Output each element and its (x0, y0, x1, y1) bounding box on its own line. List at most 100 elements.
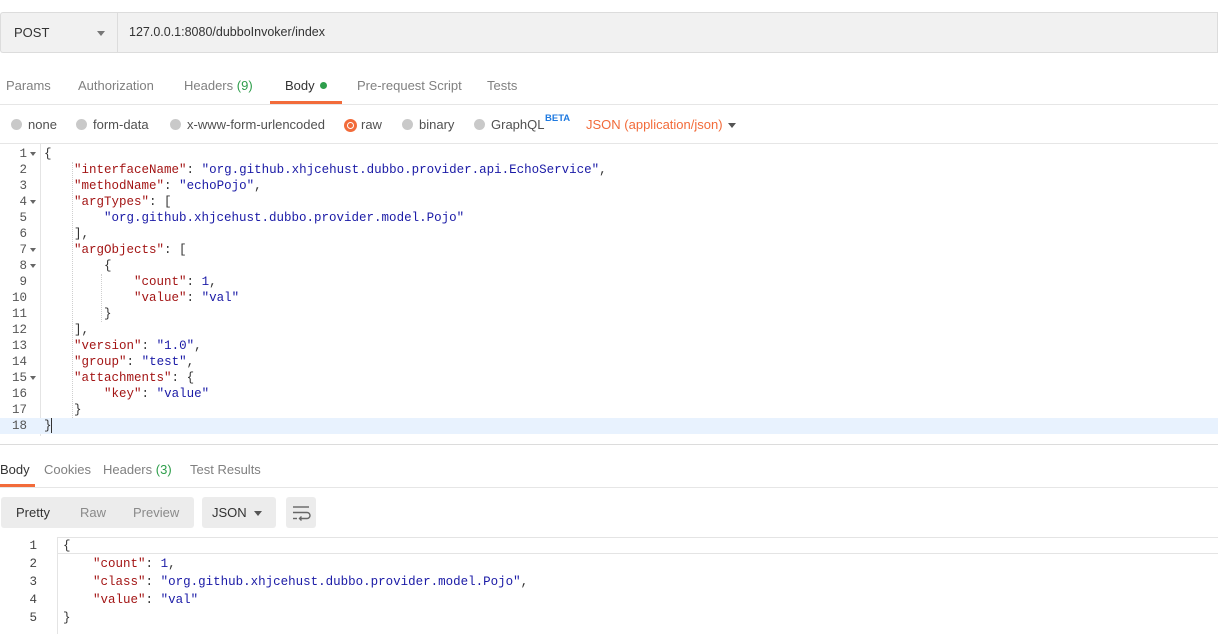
code-text: } (63, 611, 71, 625)
line-number: 11 (11, 307, 27, 321)
tab-authorization[interactable]: Authorization (78, 78, 154, 93)
text-cursor (51, 418, 52, 433)
editor-line[interactable]: 10 "value": "val" (0, 290, 1218, 306)
editor-line[interactable]: 5 "org.github.xhjcehust.dubbo.provider.m… (0, 210, 1218, 226)
editor-line[interactable]: 9 "count": 1, (0, 274, 1218, 290)
label-raw[interactable]: raw (361, 117, 382, 132)
resp-tab-headers-label: Headers (103, 462, 153, 477)
request-body-editor[interactable]: 1{2 "interfaceName": "org.github.xhjcehu… (0, 144, 1218, 436)
indent-guide (101, 274, 102, 322)
resp-tab-headers[interactable]: Headers (3) (103, 462, 172, 477)
line-number: 9 (19, 275, 27, 289)
request-tabs: Params Authorization Headers (9) Body Pr… (0, 64, 1218, 105)
line-number: 1 (19, 147, 27, 161)
code-text: ], (44, 323, 90, 337)
code-text: "interfaceName": "org.github.xhjcehust.d… (74, 163, 607, 177)
url-input[interactable]: 127.0.0.1:8080/dubboInvoker/index (117, 12, 1218, 53)
fold-toggle-icon[interactable] (30, 152, 36, 156)
tab-body[interactable]: Body (285, 78, 327, 93)
line-number: 18 (11, 419, 27, 433)
response-line: 3 "class": "org.github.xhjcehust.dubbo.p… (0, 573, 1218, 591)
radio-none[interactable] (11, 119, 22, 130)
editor-line[interactable]: 2 "interfaceName": "org.github.xhjcehust… (0, 162, 1218, 178)
code-text: ], (44, 227, 90, 241)
editor-line[interactable]: 8 { (0, 258, 1218, 274)
code-text: "key": "value" (104, 387, 210, 401)
wrap-lines-button[interactable] (286, 497, 316, 528)
editor-line[interactable]: 18} (0, 418, 1218, 434)
code-text: "version": "1.0", (74, 339, 202, 353)
body-indicator-dot (319, 82, 327, 89)
fold-toggle-icon[interactable] (30, 200, 36, 204)
method-select[interactable]: POST (0, 12, 117, 53)
editor-line[interactable]: 11 } (0, 306, 1218, 322)
label-graphql[interactable]: GraphQL (491, 117, 544, 132)
editor-line[interactable]: 7 "argObjects": [ (0, 242, 1218, 258)
radio-form-data[interactable] (76, 119, 87, 130)
body-mode-row: none form-data x-www-form-urlencoded raw… (0, 105, 1218, 144)
code-text: } (44, 403, 82, 417)
label-binary[interactable]: binary (419, 117, 454, 132)
line-number: 2 (19, 163, 27, 177)
view-preview-button[interactable]: Preview (133, 505, 179, 520)
code-text: "argObjects": [ (74, 243, 187, 257)
tab-tests[interactable]: Tests (487, 78, 517, 93)
radio-graphql[interactable] (474, 119, 485, 130)
format-select[interactable]: JSON (202, 497, 276, 528)
editor-line[interactable]: 17 } (0, 402, 1218, 418)
radio-binary[interactable] (402, 119, 413, 130)
tab-params[interactable]: Params (6, 78, 51, 93)
response-line: 1{ (0, 537, 1218, 555)
code-text: "class": "org.github.xhjcehust.dubbo.pro… (93, 575, 529, 589)
line-number: 1 (29, 539, 37, 553)
line-number: 5 (29, 611, 37, 625)
fold-toggle-icon[interactable] (30, 376, 36, 380)
editor-line[interactable]: 14 "group": "test", (0, 354, 1218, 370)
line-number: 2 (29, 557, 37, 571)
fold-toggle-icon[interactable] (30, 248, 36, 252)
radio-urlencoded[interactable] (170, 119, 181, 130)
line-number: 15 (11, 371, 27, 385)
line-number: 12 (11, 323, 27, 337)
editor-line[interactable]: 3 "methodName": "echoPojo", (0, 178, 1218, 194)
editor-line[interactable]: 15 "attachments": { (0, 370, 1218, 386)
code-text: { (63, 539, 71, 553)
resp-headers-count-badge: (3) (155, 462, 172, 477)
response-line: 2 "count": 1, (0, 555, 1218, 573)
code-text: "group": "test", (74, 355, 195, 369)
editor-line[interactable]: 13 "version": "1.0", (0, 338, 1218, 354)
editor-line[interactable]: 1{ (0, 146, 1218, 162)
code-text: "attachments": { (74, 371, 195, 385)
chevron-down-icon (97, 31, 105, 36)
resp-tab-test-results[interactable]: Test Results (190, 462, 261, 477)
method-label: POST (14, 25, 50, 40)
label-urlencoded[interactable]: x-www-form-urlencoded (187, 117, 325, 132)
resp-tab-cookies[interactable]: Cookies (44, 462, 91, 477)
code-text: "methodName": "echoPojo", (74, 179, 262, 193)
code-text: { (44, 147, 52, 161)
code-text: "value": "val" (93, 593, 199, 607)
radio-raw[interactable] (344, 119, 357, 132)
line-number: 16 (11, 387, 27, 401)
resp-tab-body[interactable]: Body (0, 462, 30, 477)
line-number: 3 (29, 575, 37, 589)
response-body-viewer[interactable]: 1{2 "count": 1, 3 "class": "org.github.xh… (0, 537, 1218, 634)
label-none[interactable]: none (28, 117, 57, 132)
beta-badge: BETA (545, 113, 571, 124)
code-text: "value": "val" (134, 291, 240, 305)
response-view-controls: Pretty Raw Preview JSON (0, 497, 1218, 529)
line-number: 17 (11, 403, 27, 417)
view-raw-button[interactable]: Raw (80, 505, 106, 520)
content-type-select[interactable]: JSON (application/json) (586, 117, 723, 132)
editor-line[interactable]: 16 "key": "value" (0, 386, 1218, 402)
editor-line[interactable]: 12 ], (0, 322, 1218, 338)
editor-line[interactable]: 4 "argTypes": [ (0, 194, 1218, 210)
code-text: "org.github.xhjcehust.dubbo.provider.mod… (104, 211, 465, 225)
fold-toggle-icon[interactable] (30, 264, 36, 268)
editor-line[interactable]: 6 ], (0, 226, 1218, 242)
view-pretty-button[interactable]: Pretty (16, 505, 50, 520)
tab-prerequest-script[interactable]: Pre-request Script (357, 78, 462, 93)
tab-headers[interactable]: Headers (9) (184, 78, 253, 93)
chevron-down-icon[interactable] (728, 123, 736, 128)
label-form-data[interactable]: form-data (93, 117, 149, 132)
